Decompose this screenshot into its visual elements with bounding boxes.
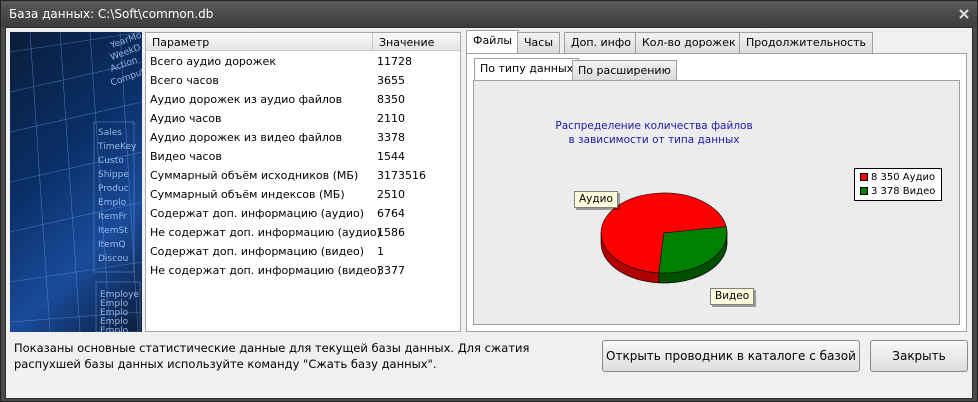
decorative-word: Sales — [98, 128, 122, 138]
table-row[interactable]: Аудио дорожек из видео файлов 3378 — [146, 128, 460, 147]
tab-track-count[interactable]: Кол-во дорожек — [635, 32, 743, 53]
row-value: 1 — [377, 245, 384, 258]
subtab-by-extension[interactable]: По расширению — [572, 60, 677, 80]
dialog-client: Sales TimeKey Custo Shippe Produc Emplo ItemFr… — [5, 27, 973, 399]
row-value: 3378 — [377, 131, 405, 144]
row-parameter: Не содержат доп. информацию (аудио) — [150, 226, 381, 239]
charts-panel: Файлы Часы Доп. инфо Кол-во дорожек Прод… — [464, 30, 969, 332]
subtab-by-data-type[interactable]: По типу данных — [474, 58, 580, 80]
table-row[interactable]: Всего часов 3655 — [146, 71, 460, 90]
chart-legend: 8 350 Аудио 3 378 Видео — [854, 168, 942, 201]
row-parameter: Видео часов — [150, 150, 222, 163]
table-row[interactable]: Не содержат доп. информацию (видео) 3377 — [146, 261, 460, 280]
decorative-word: ItemSt — [98, 226, 128, 236]
column-header-parameter[interactable]: Параметр — [152, 36, 209, 49]
decorative-word: ItemFr — [98, 212, 127, 222]
tab-hours[interactable]: Часы — [517, 32, 561, 53]
tab-duration[interactable]: Продолжительность — [739, 32, 873, 53]
row-value: 2510 — [377, 188, 405, 201]
row-parameter: Суммарный объём исходников (МБ) — [150, 169, 359, 182]
row-value: 3655 — [377, 74, 405, 87]
tab-files[interactable]: Файлы — [466, 30, 520, 53]
legend-swatch-audio — [860, 173, 868, 181]
decorative-word: Emplo — [100, 326, 129, 332]
close-icon[interactable] — [957, 7, 971, 21]
table-row[interactable]: Суммарный объём исходников (МБ) 3173516 — [146, 166, 460, 185]
decorative-word: Discou — [98, 254, 129, 264]
row-parameter: Суммарный объём индексов (МБ) — [150, 188, 345, 201]
info-message: Показаны основные статистические данные … — [14, 341, 530, 371]
table-header: Параметр Значение — [146, 33, 460, 51]
open-explorer-button[interactable]: Открыть проводник в каталоге с базой — [602, 340, 860, 372]
legend-item-audio: 8 350 Аудио — [860, 172, 935, 183]
row-parameter: Не содержат доп. информацию (видео) — [150, 264, 381, 277]
table-row[interactable]: Всего аудио дорожек 11728 — [146, 52, 460, 71]
row-parameter: Аудио часов — [150, 112, 222, 125]
legend-item-video: 3 378 Видео — [860, 186, 935, 197]
legend-label-audio: 8 350 Аудио — [871, 172, 936, 183]
legend-label-video: 3 378 Видео — [871, 186, 936, 197]
row-value: 1544 — [377, 150, 405, 163]
decorative-word: Shippe — [98, 170, 129, 180]
legend-swatch-video — [860, 187, 868, 195]
row-parameter: Аудио дорожек из аудио файлов — [150, 93, 343, 106]
column-header-value[interactable]: Значение — [379, 36, 434, 49]
table-row[interactable]: Не содержат доп. информацию (аудио) 1586 — [146, 223, 460, 242]
decorative-word: Produc — [98, 184, 129, 194]
table-row[interactable]: Аудио часов 2110 — [146, 109, 460, 128]
row-value: 2110 — [377, 112, 405, 125]
row-parameter: Содержат доп. информацию (аудио) — [150, 207, 365, 220]
title-bar[interactable]: База данных: C:\Soft\common.db — [1, 1, 977, 27]
table-row[interactable]: Видео часов 1544 — [146, 147, 460, 166]
pie-slice-video — [658, 226, 728, 274]
decorative-word: Custo — [98, 156, 124, 166]
row-parameter: Содержат доп. информацию (видео) — [150, 245, 365, 258]
row-parameter: Всего аудио дорожек — [150, 55, 276, 68]
app-window: База данных: C:\Soft\common.db Sales Time… — [0, 0, 978, 402]
pie-label-audio: Аудио — [574, 191, 618, 208]
table-row[interactable]: Аудио дорожек из аудио файлов 8350 — [146, 90, 460, 109]
stats-table[interactable]: Параметр Значение Всего аудио дорожек 117… — [145, 32, 461, 332]
pie-label-video: Видео — [710, 288, 755, 305]
close-button[interactable]: Закрыть — [870, 340, 968, 372]
table-row[interactable]: Суммарный объём индексов (МБ) 2510 — [146, 185, 460, 204]
decorative-word: Emplo — [98, 198, 127, 208]
row-parameter: Всего часов — [150, 74, 219, 87]
decorative-database-image: Sales TimeKey Custo Shippe Produc Emplo ItemFr… — [10, 32, 142, 332]
table-row[interactable]: Содержат доп. информацию (аудио) 6764 — [146, 204, 460, 223]
table-row[interactable]: Содержат доп. информацию (видео) 1 — [146, 242, 460, 261]
row-value: 11728 — [377, 55, 412, 68]
row-value: 6764 — [377, 207, 405, 220]
row-value: 3377 — [377, 264, 405, 277]
pie-chart: Распределение количества файлов в зависи… — [473, 80, 960, 325]
row-value: 3173516 — [377, 169, 426, 182]
row-value: 8350 — [377, 93, 405, 106]
decorative-word: TimeKey — [98, 142, 137, 152]
row-value: 1586 — [377, 226, 405, 239]
row-parameter: Аудио дорожек из видео файлов — [150, 131, 343, 144]
tab-extra-info[interactable]: Доп. инфо — [564, 32, 638, 53]
tab-page-files: По типу данных По расширению Распределен… — [466, 53, 967, 332]
decorative-word: ItemQ — [98, 240, 126, 250]
window-title: База данных: C:\Soft\common.db — [9, 7, 214, 21]
